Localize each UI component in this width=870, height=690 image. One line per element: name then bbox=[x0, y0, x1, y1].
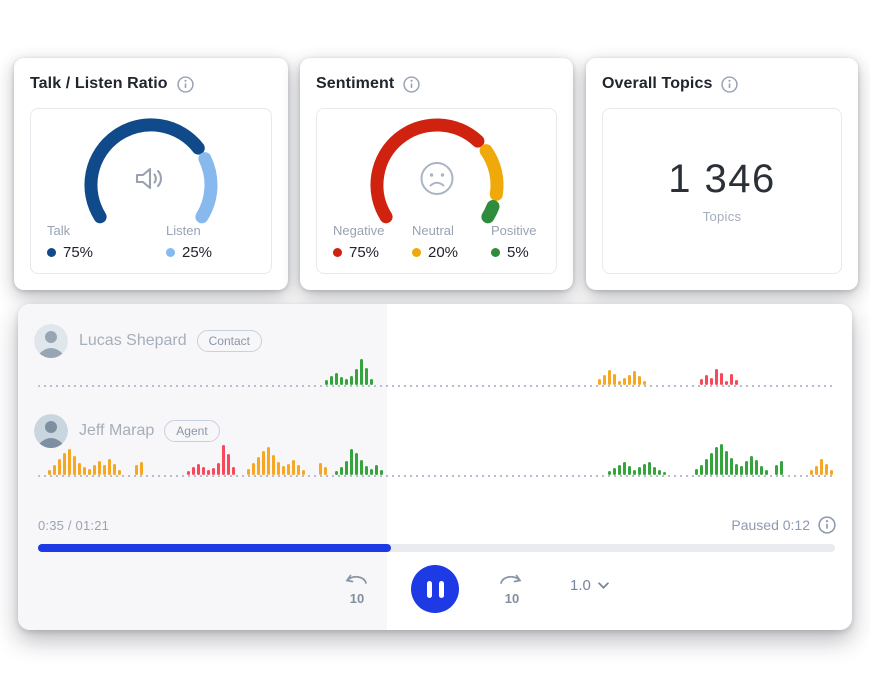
card-title-talk-listen: Talk / Listen Ratio bbox=[30, 75, 168, 93]
card-sentiment: Sentiment Negative 75% bbox=[300, 58, 573, 290]
legend-item-listen: Listen 25% bbox=[166, 223, 285, 261]
paused-label: Paused 0:12 bbox=[731, 517, 810, 533]
legend-dot bbox=[166, 248, 175, 257]
call-analytics-dashboard: Talk / Listen Ratio Talk 75% bbox=[0, 0, 870, 690]
card-title-overall-topics: Overall Topics bbox=[602, 75, 712, 93]
card-talk-listen-ratio: Talk / Listen Ratio Talk 75% bbox=[14, 58, 288, 290]
legend-value: 25% bbox=[182, 244, 212, 261]
chevron-down-icon bbox=[598, 582, 609, 589]
topics-stat: 1 346 Topics bbox=[603, 157, 841, 224]
waveform-baseline bbox=[38, 475, 835, 477]
legend-label: Positive bbox=[491, 223, 570, 238]
legend-label: Neutral bbox=[412, 223, 491, 238]
legend-dot bbox=[412, 248, 421, 257]
waveform-jeff bbox=[38, 435, 835, 475]
time-display: 0:35 / 01:21 bbox=[38, 518, 109, 533]
paused-status: Paused 0:12 bbox=[731, 516, 836, 534]
legend-dot bbox=[333, 248, 342, 257]
legend-item-neutral: Neutral 20% bbox=[412, 223, 491, 261]
topics-label: Topics bbox=[603, 209, 841, 224]
card-header: Sentiment bbox=[300, 58, 573, 93]
info-icon[interactable] bbox=[403, 76, 420, 93]
speed-value: 1.0 bbox=[570, 577, 591, 594]
sad-face-icon bbox=[416, 158, 458, 205]
card-title-sentiment: Sentiment bbox=[316, 75, 394, 93]
legend-value: 5% bbox=[507, 244, 529, 261]
info-icon[interactable] bbox=[721, 76, 738, 93]
rewind-10-button[interactable]: 10 bbox=[342, 572, 372, 606]
sentiment-legend: Negative 75% Neutral 20% Positive bbox=[333, 223, 570, 261]
audio-player-panel: Lucas Shepard Contact Jeff Marap Agent 0… bbox=[18, 304, 852, 630]
card-header: Talk / Listen Ratio bbox=[14, 58, 288, 93]
rewind-arrow-icon bbox=[343, 572, 369, 586]
pause-icon bbox=[427, 581, 444, 598]
legend-dot bbox=[47, 248, 56, 257]
playback-controls: 10 10 1.0 bbox=[18, 564, 852, 614]
pause-button[interactable] bbox=[411, 565, 459, 613]
legend-item-talk: Talk 75% bbox=[47, 223, 166, 261]
time-row: 0:35 / 01:21 Paused 0:12 bbox=[38, 516, 836, 534]
legend-dot bbox=[491, 248, 500, 257]
rewind-10-label: 10 bbox=[342, 591, 372, 606]
legend-item-positive: Positive 5% bbox=[491, 223, 570, 261]
progress-bar[interactable] bbox=[38, 544, 835, 552]
legend-value: 75% bbox=[349, 244, 379, 261]
progress-fill bbox=[38, 544, 391, 552]
talk-listen-legend: Talk 75% Listen 25% bbox=[47, 223, 285, 261]
playback-speed-select[interactable]: 1.0 bbox=[570, 577, 609, 594]
sentiment-gauge-container: Negative 75% Neutral 20% Positive bbox=[316, 108, 557, 274]
forward-arrow-icon bbox=[498, 572, 524, 586]
waveform-lucas bbox=[38, 345, 835, 385]
topics-count: 1 346 bbox=[603, 157, 841, 202]
legend-value: 75% bbox=[63, 244, 93, 261]
forward-10-label: 10 bbox=[497, 591, 527, 606]
forward-10-button[interactable]: 10 bbox=[497, 572, 527, 606]
info-icon[interactable] bbox=[177, 76, 194, 93]
info-icon[interactable] bbox=[818, 516, 836, 534]
legend-label: Listen bbox=[166, 223, 285, 238]
speaker-icon bbox=[133, 164, 169, 199]
topics-stat-container: 1 346 Topics bbox=[602, 108, 842, 274]
legend-label: Talk bbox=[47, 223, 166, 238]
card-overall-topics: Overall Topics 1 346 Topics bbox=[586, 58, 858, 290]
waveform-baseline bbox=[38, 385, 835, 387]
legend-item-negative: Negative 75% bbox=[333, 223, 412, 261]
talk-listen-gauge-container: Talk 75% Listen 25% bbox=[30, 108, 272, 274]
legend-value: 20% bbox=[428, 244, 458, 261]
card-header: Overall Topics bbox=[586, 58, 858, 93]
legend-label: Negative bbox=[333, 223, 412, 238]
